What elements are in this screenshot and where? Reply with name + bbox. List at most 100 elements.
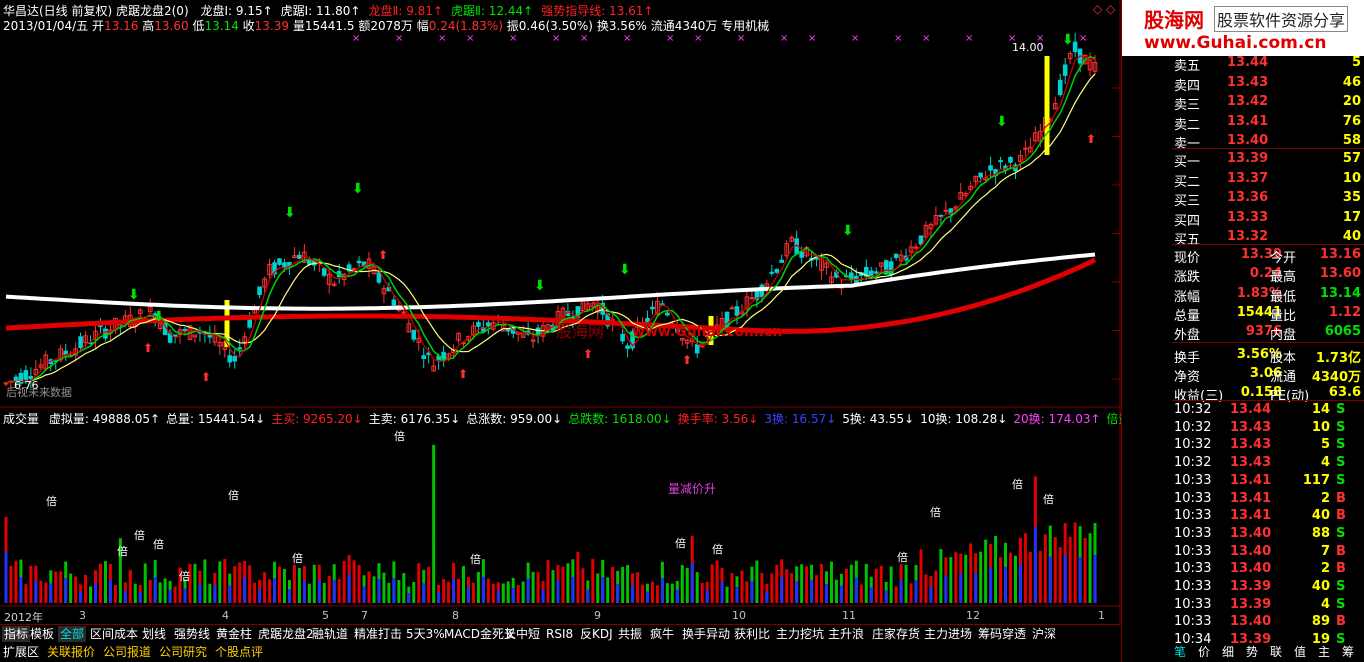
indicator-tab-3[interactable]: 区间成本 <box>88 626 140 642</box>
tick-price: 13.44 <box>1230 402 1272 417</box>
volume-bar-inner <box>586 589 590 603</box>
sub-tab-2[interactable]: 公司报道 <box>103 644 151 660</box>
indicator-tab-1[interactable]: 模板 <box>28 626 56 642</box>
stat-value: 13.60 <box>1319 266 1361 282</box>
indicator-tab-23[interactable]: 筹码穿透 <box>976 626 1028 642</box>
volume-bar <box>1023 533 1027 603</box>
volume-bar <box>626 565 630 603</box>
sub-tab-3[interactable]: 公司研究 <box>159 644 207 660</box>
candle-body <box>1072 41 1078 53</box>
month-label: 1 <box>1098 609 1105 622</box>
volume-bar-inner <box>94 583 98 603</box>
candle-body <box>232 356 238 362</box>
indicator-tab-9[interactable]: 精准打击 <box>352 626 404 642</box>
indicator-tab-7[interactable]: 虎踞龙盘2 <box>256 626 316 642</box>
quote-footer-tab-2[interactable]: 细 <box>1222 643 1234 660</box>
quote-label: 买二 <box>1174 174 1201 190</box>
sub-tab-bar: 扩展区 关联报价 公司报道 公司研究 个股点评 <box>0 643 1120 662</box>
volume-bar <box>113 584 117 603</box>
indicator-tab-2[interactable]: 全部 <box>58 626 87 642</box>
ask-row-0: 卖五 13.44 5 <box>1122 54 1364 74</box>
tick-row: 10:32 13.43 4 S <box>1122 454 1364 471</box>
volume-bar <box>834 579 838 603</box>
indicator-tab-24[interactable]: 沪深 <box>1030 626 1058 642</box>
tick-volume: 89 <box>1311 614 1330 630</box>
volume-bar-inner <box>765 591 769 603</box>
quote-price: 13.42 <box>1227 94 1269 110</box>
bid-row-2: 买三 13.36 35 <box>1122 189 1364 209</box>
tick-side: S <box>1336 472 1346 488</box>
volume-bar-inner <box>1033 527 1037 603</box>
candle-body <box>1062 64 1068 76</box>
quote-price: 13.33 <box>1227 209 1269 225</box>
indicator-tab-14[interactable]: 反KDJ <box>578 626 615 642</box>
stock-title: 华昌达(日线 前复权) 虎踞龙盘2(0) <box>3 4 189 18</box>
quote-footer-tab-7[interactable]: 筹 <box>1342 643 1354 660</box>
chart-canvas[interactable]: ⬇⬇⬇⬇⬇⬇⬇⬇⬇⬆⬆⬆ ⬆⬆⬆⬆× × × × × × × × × × × × × × × × × × × × <box>0 0 1121 624</box>
indicator-tab-22[interactable]: 主力进场 <box>922 626 974 642</box>
bei-label: 倍 <box>470 553 481 566</box>
volume-bar <box>203 559 207 603</box>
indicator-tab-15[interactable]: 共振 <box>616 626 644 642</box>
volume-bar-inner <box>720 581 724 603</box>
quote-footer-tab-3[interactable]: 势 <box>1246 643 1258 660</box>
volume-bar <box>695 572 699 603</box>
tick-price: 13.41 <box>1230 508 1272 524</box>
tick-price: 13.40 <box>1230 543 1272 559</box>
quote-footer-tab-4[interactable]: 联 <box>1270 643 1282 660</box>
tick-side: S <box>1336 419 1346 435</box>
indicator-2: 龙盘Ⅱ: 9.81↑ <box>368 4 443 18</box>
diamond-icon[interactable]: ◇ <box>1093 2 1102 16</box>
bei-label: 倍 <box>153 538 164 551</box>
indicator-tab-4[interactable]: 划线 <box>140 626 168 642</box>
volume-bar <box>576 551 580 603</box>
volume-bar <box>337 579 341 603</box>
candle-body <box>391 299 397 306</box>
stat-label: 现价 <box>1174 251 1201 266</box>
candlestick-series <box>3 32 1098 391</box>
watermark-cn: 股海网 <box>556 322 605 341</box>
stat-label: 最低 <box>1270 289 1297 305</box>
volume-bar <box>740 570 744 603</box>
indicator-tab-6[interactable]: 黄金柱 <box>214 626 254 642</box>
indicator-tab-13[interactable]: RSI8 <box>544 626 575 642</box>
volume-bar-inner <box>153 577 157 603</box>
volume-bar <box>939 549 943 603</box>
quote-footer-tab-1[interactable]: 价 <box>1198 643 1210 660</box>
quote-footer-tab-6[interactable]: 主 <box>1318 643 1330 660</box>
volume-bar <box>238 562 242 603</box>
indicator-tab-16[interactable]: 疯牛 <box>648 626 676 642</box>
indicator-tab-12[interactable]: 长中短 <box>502 626 542 642</box>
indicator-tab-0[interactable]: 指标 <box>2 626 31 642</box>
indicator-tab-8[interactable]: 融轨道 <box>310 626 350 642</box>
sub-tab-1[interactable]: 关联报价 <box>47 644 95 660</box>
volume-bar-inner <box>302 580 306 603</box>
volume-bar <box>1083 537 1087 603</box>
volume-bar-inner <box>481 576 485 603</box>
volume-bar-inner <box>1078 556 1082 603</box>
sub-tab-4[interactable]: 个股点评 <box>215 644 263 660</box>
indicator-tab-18[interactable]: 获利比 <box>732 626 772 642</box>
volume-bar-inner <box>690 562 694 603</box>
indicator-tab-20[interactable]: 主升浪 <box>826 626 866 642</box>
tick-volume: 40 <box>1311 579 1330 594</box>
volume-bar <box>412 581 416 603</box>
quote-footer-tab-0[interactable]: 笔 <box>1174 643 1186 660</box>
indicator-tab-19[interactable]: 主力挖坑 <box>774 626 826 642</box>
watermark-url: www.Guhai.com.cn <box>632 324 783 340</box>
volume-bar <box>551 570 555 603</box>
bei-label: 倍 <box>675 537 686 550</box>
close-icon[interactable]: ◇ <box>1106 2 1115 16</box>
volume-bar <box>233 566 237 603</box>
tick-row: 10:33 13.40 89 B <box>1122 613 1364 630</box>
indicator-tab-17[interactable]: 换手异动 <box>680 626 732 642</box>
indicator-tab-21[interactable]: 庄家存货 <box>870 626 922 642</box>
volume-bar <box>770 573 774 603</box>
sub-tab-0[interactable]: 扩展区 <box>3 644 39 660</box>
indicator-tab-10[interactable]: 5天3% <box>404 626 447 642</box>
candle-body <box>282 262 287 268</box>
candle-body <box>257 286 262 296</box>
quote-footer-tab-5[interactable]: 值 <box>1294 643 1306 660</box>
volume-bar <box>730 573 734 603</box>
indicator-tab-5[interactable]: 强势线 <box>172 626 212 642</box>
